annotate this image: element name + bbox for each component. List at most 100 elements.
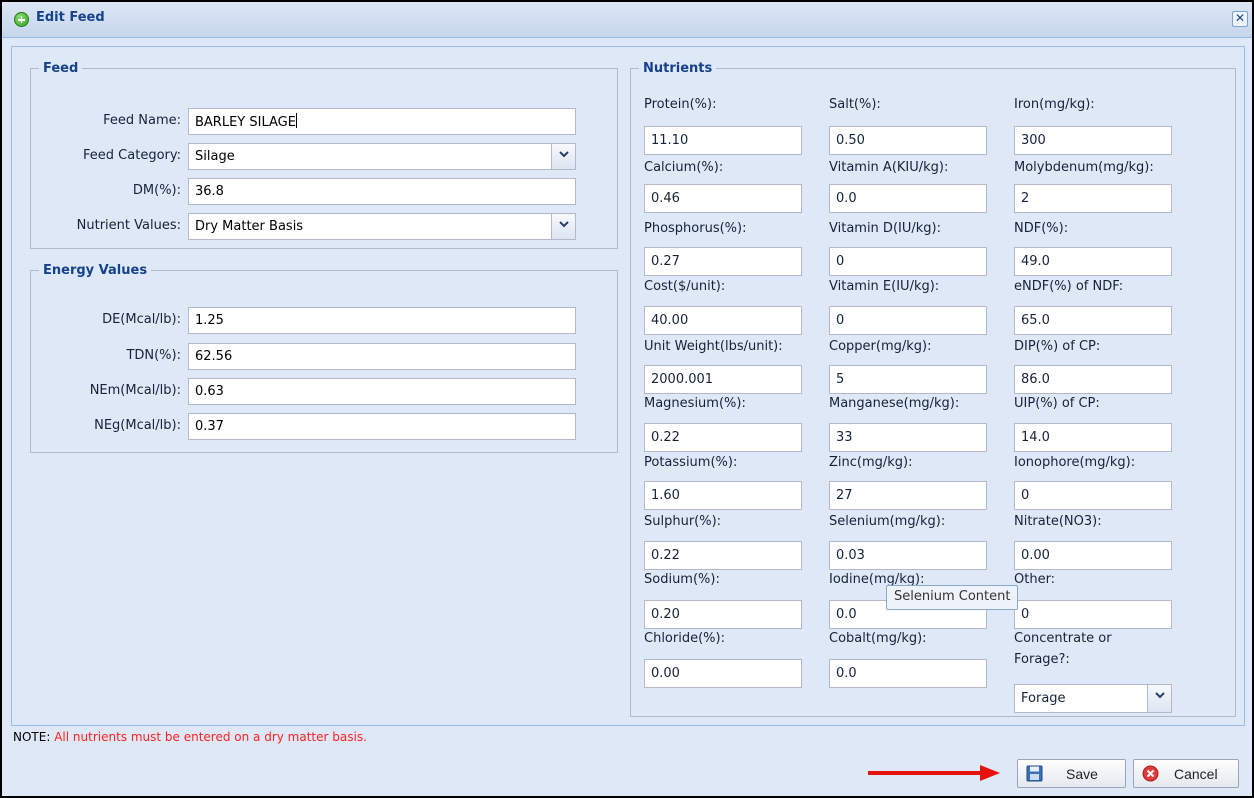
save-button[interactable]: Save [1017, 759, 1126, 788]
cost-label: Cost($/unit): [644, 279, 726, 294]
feed-category-value: Silage [195, 149, 235, 164]
feed-name-input[interactable]: BARLEY SILAGE [188, 108, 576, 135]
vitamin-d-label: Vitamin D(IU/kg): [829, 221, 941, 236]
sodium-label: Sodium(%): [644, 572, 720, 587]
vitamin-d-input[interactable]: 0 [829, 247, 987, 276]
concentrate-forage-select[interactable]: Forage [1014, 684, 1172, 713]
selenium-input[interactable]: 0.03 [829, 541, 987, 570]
molybdenum-input[interactable]: 2 [1014, 184, 1172, 213]
cobalt-label: Cobalt(mg/kg): [829, 631, 927, 646]
de-input[interactable]: 1.25 [188, 307, 576, 334]
iron-label: Iron(mg/kg): [1014, 97, 1095, 112]
chloride-label: Chloride(%): [644, 631, 725, 646]
selenium-label: Selenium(mg/kg): [829, 514, 946, 529]
floppy-disk-icon [1026, 765, 1043, 782]
nutrient-values-select[interactable]: Dry Matter Basis [188, 213, 576, 240]
cancel-circle-icon [1142, 765, 1159, 782]
copper-label: Copper(mg/kg): [829, 339, 932, 354]
copper-input[interactable]: 5 [829, 365, 987, 394]
ionophore-label: Ionophore(mg/kg): [1014, 455, 1136, 470]
manganese-input[interactable]: 33 [829, 423, 987, 452]
dm-label: DM(%): [132, 183, 181, 198]
nutrient-values-value: Dry Matter Basis [195, 219, 304, 234]
note-message: All nutrients must be entered on a dry m… [50, 730, 367, 744]
close-button[interactable]: ✕ [1232, 11, 1248, 27]
uip-input[interactable]: 14.0 [1014, 423, 1172, 452]
ionophore-input[interactable]: 0 [1014, 481, 1172, 510]
energy-fieldset: Energy Values DE(Mcal/lb): 1.25 TDN(%): … [30, 263, 618, 453]
neg-label: NEg(Mcal/lb): [94, 418, 181, 433]
chevron-down-icon[interactable] [551, 214, 575, 239]
dip-label: DIP(%) of CP: [1014, 339, 1101, 354]
edit-feed-window: Edit Feed ✕ Feed Feed Name: BARLEY SILAG… [0, 0, 1254, 798]
nem-input[interactable]: 0.63 [188, 378, 576, 405]
form-body: Feed Feed Name: BARLEY SILAGE Feed Categ… [11, 46, 1245, 726]
phosphorus-input[interactable]: 0.27 [644, 247, 802, 276]
other-input[interactable]: 0 [1014, 600, 1172, 629]
nitrate-label: Nitrate(NO3): [1014, 514, 1102, 529]
unit-weight-input[interactable]: 2000.001 [644, 365, 802, 394]
feed-name-label: Feed Name: [103, 113, 181, 128]
save-label: Save [1066, 766, 1098, 782]
nutrient-values-label: Nutrient Values: [76, 218, 181, 233]
nitrate-input[interactable]: 0.00 [1014, 541, 1172, 570]
salt-input[interactable]: 0.50 [829, 126, 987, 155]
feed-legend: Feed [43, 61, 79, 76]
dm-input[interactable]: 36.8 [188, 178, 576, 205]
cost-input[interactable]: 40.00 [644, 306, 802, 335]
tdn-input[interactable]: 62.56 [188, 343, 576, 370]
vitamin-e-input[interactable]: 0 [829, 306, 987, 335]
ndf-input[interactable]: 49.0 [1014, 247, 1172, 276]
endf-label: eNDF(%) of NDF: [1014, 279, 1124, 294]
feed-category-label: Feed Category: [83, 148, 181, 163]
nutrients-fieldset: Nutrients Protein(%): 11.10 Calcium(%): … [630, 61, 1236, 717]
chevron-down-icon[interactable] [1147, 685, 1171, 712]
molybdenum-label: Molybdenum(mg/kg): [1014, 160, 1154, 175]
nem-label: NEm(Mcal/lb): [89, 383, 181, 398]
sulphur-input[interactable]: 0.22 [644, 541, 802, 570]
concentrate-label-line1: Concentrate or [1014, 631, 1112, 646]
neg-input[interactable]: 0.37 [188, 413, 576, 440]
zinc-input[interactable]: 27 [829, 481, 987, 510]
potassium-input[interactable]: 1.60 [644, 481, 802, 510]
unit-weight-label: Unit Weight(lbs/unit): [644, 339, 783, 354]
magnesium-label: Magnesium(%): [644, 396, 746, 411]
selenium-tooltip: Selenium Content [886, 585, 1019, 610]
vitamin-a-label: Vitamin A(KIU/kg): [829, 160, 949, 175]
sulphur-label: Sulphur(%): [644, 514, 722, 529]
nutrients-legend: Nutrients [643, 61, 713, 76]
phosphorus-label: Phosphorus(%): [644, 221, 747, 236]
feed-fieldset: Feed Feed Name: BARLEY SILAGE Feed Categ… [30, 61, 618, 249]
other-label: Other: [1014, 572, 1056, 587]
concentrate-label-line2: Forage?: [1014, 652, 1070, 667]
concentrate-forage-value: Forage [1021, 691, 1066, 706]
manganese-label: Manganese(mg/kg): [829, 396, 960, 411]
zinc-label: Zinc(mg/kg): [829, 455, 913, 470]
uip-label: UIP(%) of CP: [1014, 396, 1100, 411]
cobalt-input[interactable]: 0.0 [829, 659, 987, 688]
endf-input[interactable]: 65.0 [1014, 306, 1172, 335]
iron-input[interactable]: 300 [1014, 126, 1172, 155]
tdn-label: TDN(%): [126, 348, 181, 363]
cancel-button[interactable]: Cancel [1133, 759, 1239, 788]
energy-legend: Energy Values [43, 263, 148, 278]
chevron-down-icon[interactable] [551, 144, 575, 169]
sodium-input[interactable]: 0.20 [644, 600, 802, 629]
window-title: Edit Feed [36, 10, 105, 25]
protein-input[interactable]: 11.10 [644, 126, 802, 155]
note-prefix: NOTE: [13, 730, 51, 744]
chloride-input[interactable]: 0.00 [644, 659, 802, 688]
vitamin-e-label: Vitamin E(IU/kg): [829, 279, 940, 294]
red-arrow-annotation [868, 765, 1000, 781]
vitamin-a-input[interactable]: 0.0 [829, 184, 987, 213]
feed-category-select[interactable]: Silage [188, 143, 576, 170]
note-text: NOTE: All nutrients must be entered on a… [13, 730, 367, 744]
calcium-input[interactable]: 0.46 [644, 184, 802, 213]
magnesium-input[interactable]: 0.22 [644, 423, 802, 452]
potassium-label: Potassium(%): [644, 455, 738, 470]
salt-label: Salt(%): [829, 97, 881, 112]
de-label: DE(Mcal/lb): [102, 312, 181, 327]
cancel-label: Cancel [1174, 766, 1218, 782]
add-circle-icon [14, 12, 29, 27]
dip-input[interactable]: 86.0 [1014, 365, 1172, 394]
